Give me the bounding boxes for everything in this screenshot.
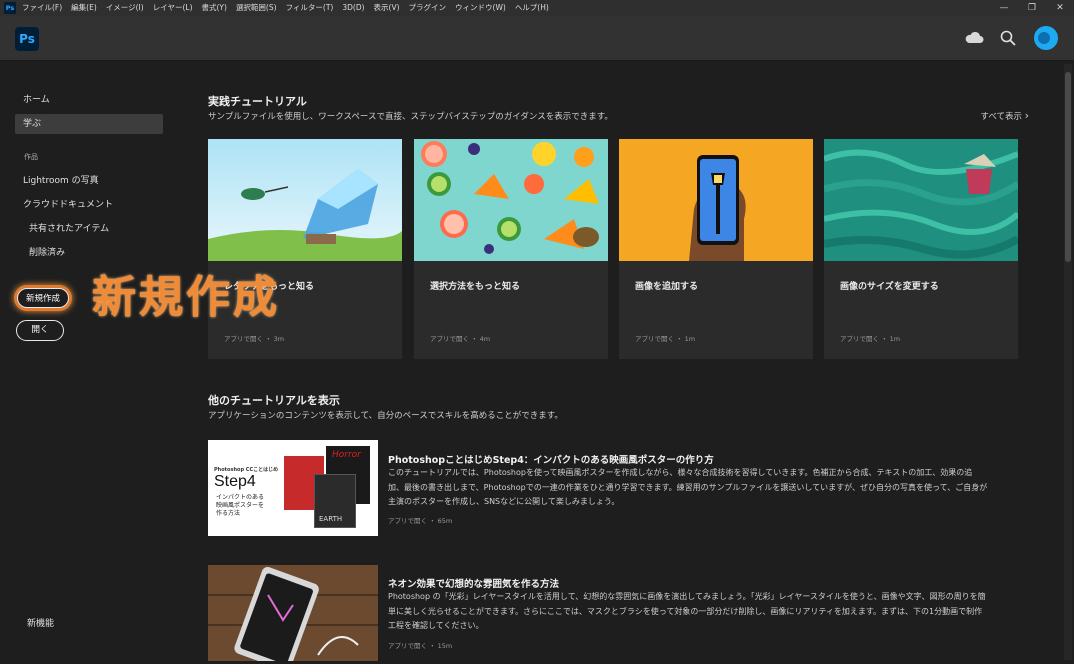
card-meta: アプリで開く ・ 3m bbox=[224, 335, 285, 343]
menu-item[interactable]: ファイル(F) bbox=[22, 0, 62, 16]
tutorial-card[interactable]: 画像のサイズを変更する アプリで開く ・ 1m bbox=[824, 139, 1018, 359]
sidebar-item-learn[interactable]: 学ぶ bbox=[15, 114, 163, 134]
card-meta: アプリで開く ・ 1m bbox=[840, 335, 901, 343]
sidebar-item-lightroom[interactable]: Lightroom の写真 bbox=[15, 171, 163, 191]
tutorial-description: Photoshop の「光彩」レイヤースタイルを活用して、幻想的な雰囲気に画像を… bbox=[388, 592, 986, 630]
cloud-icon[interactable] bbox=[964, 30, 984, 44]
search-icon[interactable] bbox=[1000, 30, 1016, 46]
card-title: 画像を追加する bbox=[635, 282, 699, 292]
tutorial-meta: アプリで開く ・ 15m bbox=[388, 642, 453, 650]
thumb-label: Photoshop CCことはじめ bbox=[214, 467, 279, 473]
photoshop-logo[interactable]: Ps bbox=[15, 27, 39, 51]
whats-new-link[interactable]: 新機能 bbox=[27, 616, 54, 629]
sidebar-item-cloud-docs[interactable]: クラウドドキュメント bbox=[15, 195, 163, 215]
tutorial-card[interactable]: 選択方法をもっと知る アプリで開く ・ 4m bbox=[414, 139, 608, 359]
tutorial-meta: アプリで開く ・ 65m bbox=[388, 517, 453, 525]
new-file-button[interactable]: 新規作成 bbox=[17, 288, 69, 308]
close-icon[interactable]: ✕ bbox=[1046, 0, 1074, 16]
sidebar-item-home[interactable]: ホーム bbox=[15, 90, 163, 110]
scrollbar-thumb[interactable] bbox=[1065, 72, 1071, 262]
menu-item[interactable]: フィルター(T) bbox=[286, 0, 334, 16]
annotation-label: 新規作成 bbox=[92, 272, 280, 323]
menu-item[interactable]: ウィンドウ(W) bbox=[455, 0, 506, 16]
tutorial-title: ネオン効果で幻想的な雰囲気を作る方法 bbox=[388, 579, 560, 590]
menu-bar: Ps ファイル(F) 編集(E) イメージ(I) レイヤー(L) 書式(Y) 選択範囲(S… bbox=[0, 0, 1074, 17]
thumb-step: Step4 bbox=[214, 473, 256, 490]
menu-item[interactable]: 選択範囲(S) bbox=[236, 0, 277, 16]
menu-item[interactable]: 書式(Y) bbox=[202, 0, 227, 16]
card-thumbnail bbox=[824, 139, 1018, 261]
tutorial-thumbnail: Photoshop CCことはじめ Step4 インパクトのある 映画風ポスター… bbox=[208, 440, 378, 536]
menu-item[interactable]: 表示(V) bbox=[374, 0, 400, 16]
tutorial-description: このチュートリアルでは、Photoshopを使って映画風ポスターを作成しながら、… bbox=[388, 468, 988, 506]
poster-image: EARTH bbox=[314, 474, 356, 528]
poster-title: EARTH bbox=[319, 515, 343, 523]
sidebar: ホーム 学ぶ 作品 Lightroom の写真 クラウドドキュメント 共有された… bbox=[0, 61, 170, 664]
hands-on-title: 実践チュートリアル bbox=[208, 95, 307, 108]
card-thumbnail bbox=[208, 139, 402, 261]
menu-item[interactable]: イメージ(I) bbox=[106, 0, 144, 16]
photoshop-app-icon: Ps bbox=[4, 2, 16, 14]
maximize-icon[interactable]: ❐ bbox=[1018, 0, 1046, 16]
tutorial-item[interactable]: ネオン効果で幻想的な雰囲気を作る方法 Photoshop の「光彩」レイヤースタ… bbox=[208, 565, 1020, 661]
tutorial-item[interactable]: Photoshop CCことはじめ Step4 インパクトのある 映画風ポスター… bbox=[208, 440, 1020, 540]
card-thumbnail bbox=[619, 139, 813, 261]
poster-title: Horror bbox=[332, 450, 361, 460]
open-file-button[interactable]: 開く bbox=[16, 320, 64, 341]
menu-item[interactable]: レイヤー(L) bbox=[153, 0, 193, 16]
card-thumbnail bbox=[414, 139, 608, 261]
menu-item[interactable]: プラグイン bbox=[409, 0, 447, 16]
app-header: Ps bbox=[0, 16, 1074, 61]
hands-on-subtitle: サンプルファイルを使用し、ワークスペースで直接、ステップバイステップのガイダンス… bbox=[208, 112, 613, 122]
scrollbar[interactable] bbox=[1064, 64, 1072, 660]
tutorial-thumbnail bbox=[208, 565, 378, 661]
minimize-icon[interactable]: — bbox=[990, 0, 1018, 16]
thumb-caption: インパクトのある 映画風ポスターを 作る方法 bbox=[216, 494, 265, 517]
card-meta: アプリで開く ・ 4m bbox=[430, 335, 491, 343]
window-controls: — ❐ ✕ bbox=[990, 0, 1074, 16]
more-tutorials-title: 他のチュートリアルを表示 bbox=[208, 394, 340, 407]
tutorial-title: PhotoshopことはじめStep4：インパクトのある映画風ポスターの作り方 bbox=[388, 455, 714, 466]
menu-list: ファイル(F) 編集(E) イメージ(I) レイヤー(L) 書式(Y) 選択範囲(S) フィ… bbox=[22, 0, 549, 16]
tutorial-card[interactable]: レタッチをもっと知る アプリで開く ・ 3m bbox=[208, 139, 402, 359]
more-tutorials-subtitle: アプリケーションのコンテンツを表示して、自分のペースでスキルを高めることができま… bbox=[208, 411, 563, 421]
menu-item[interactable]: 編集(E) bbox=[71, 0, 97, 16]
sidebar-item-deleted[interactable]: 削除済み bbox=[15, 243, 163, 263]
card-meta: アプリで開く ・ 1m bbox=[635, 335, 696, 343]
menu-item[interactable]: ヘルプ(H) bbox=[515, 0, 549, 16]
chevron-right-icon[interactable]: › bbox=[1025, 109, 1029, 122]
sidebar-section-works: 作品 bbox=[24, 153, 38, 161]
see-all-link[interactable]: すべて表示 bbox=[980, 110, 1022, 122]
card-title: 画像のサイズを変更する bbox=[840, 282, 939, 292]
avatar[interactable] bbox=[1034, 26, 1058, 50]
card-title: 選択方法をもっと知る bbox=[430, 282, 521, 292]
sidebar-item-shared[interactable]: 共有されたアイテム bbox=[15, 219, 163, 239]
menu-item[interactable]: 3D(D) bbox=[342, 0, 364, 16]
tutorial-card[interactable]: 画像を追加する アプリで開く ・ 1m bbox=[619, 139, 813, 359]
